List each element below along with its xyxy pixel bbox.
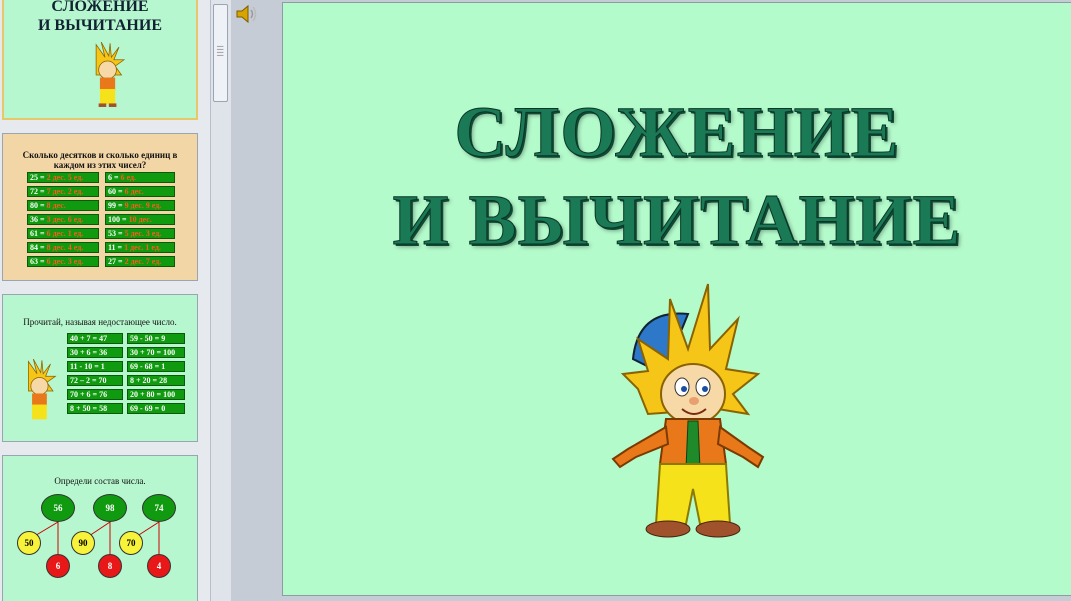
equation-right: 69 - 69 = 0: [127, 403, 185, 414]
row-number: 99 =: [108, 201, 123, 210]
row-answer: 6 дес. 1 ед.: [46, 229, 84, 238]
equation-right: 8 + 20 = 28: [127, 375, 185, 386]
tens-units-right-row: 6 = 6 ед.: [105, 172, 175, 183]
row-number: 27 =: [108, 257, 123, 266]
thumb1-title-line1: СЛОЖЕНИЕ: [51, 0, 149, 15]
tens-units-right-row: 99 = 9 дес. 9 ед.: [105, 200, 175, 211]
composition-tens-2: 90: [71, 531, 95, 555]
cartoon-boy-illustration[interactable]: [608, 279, 768, 541]
slide-title-line2[interactable]: И ВЫЧИТАНИЕ: [283, 179, 1071, 262]
composition-units-2: 8: [98, 554, 122, 578]
row-number: 61 =: [30, 229, 45, 238]
row-number: 84 =: [30, 243, 45, 252]
speaker-icon[interactable]: [234, 2, 258, 31]
thumb1-title-line2: И ВЫЧИТАНИЕ: [37, 17, 162, 34]
row-number: 60 =: [108, 187, 123, 196]
row-answer: 7 дес. 2 ед.: [46, 187, 84, 196]
tens-units-left-row: 25 = 2 дес. 5 ед.: [27, 172, 99, 183]
row-answer: 10 дес.: [128, 215, 152, 224]
slide-thumbnail-1[interactable]: СЛОЖЕНИЕ И ВЫЧИТАНИЕ: [2, 0, 198, 120]
slide-thumbnail-2[interactable]: Сколько десятков и сколько единиц в кажд…: [2, 133, 198, 281]
equation-right: 69 - 68 = 1: [127, 361, 185, 372]
row-number: 6 =: [108, 173, 119, 182]
equation-left: 70 + 6 = 76: [67, 389, 123, 400]
equation-right: 20 + 80 = 100: [127, 389, 185, 400]
equation-left: 8 + 50 = 58: [67, 403, 123, 414]
cartoon-boy-illustration: [28, 359, 57, 420]
tens-units-left-row: 61 = 6 дес. 1 ед.: [27, 228, 99, 239]
slide-thumbnail-4[interactable]: Определи состав числа. 56 98 74 50 90 70…: [2, 455, 198, 601]
tens-units-left-row: 80 = 8 дес.: [27, 200, 99, 211]
row-answer: 2 дес. 7 ед.: [124, 257, 162, 266]
tens-units-left-row: 36 = 3 дес. 6 ед.: [27, 214, 99, 225]
number-composition-lines: [27, 521, 160, 560]
thumbnail-scrollbar[interactable]: ─ ─ ─ ─: [210, 0, 231, 601]
composition-number-3: 74: [142, 494, 176, 522]
row-number: 100 =: [108, 215, 127, 224]
equation-left: 40 + 7 = 47: [67, 333, 123, 344]
row-answer: 9 дес. 9 ед.: [124, 201, 162, 210]
slides-thumbnail-pane[interactable]: СЛОЖЕНИЕ И ВЫЧИТАНИЕ Сколько десятков и …: [0, 0, 210, 601]
composition-tens-3: 70: [119, 531, 143, 555]
tens-units-right-row: 27 = 2 дес. 7 ед.: [105, 256, 175, 267]
equation-left: 30 + 6 = 36: [67, 347, 123, 358]
composition-units-3: 4: [147, 554, 171, 578]
row-answer: 5 дес. 3 ед.: [124, 229, 162, 238]
row-answer: 6 дес.: [124, 187, 144, 196]
tens-units-right-row: 60 = 6 дес.: [105, 186, 175, 197]
equation-right: 59 - 50 = 9: [127, 333, 185, 344]
scrollbar-thumb[interactable]: ─ ─ ─ ─: [213, 4, 228, 102]
row-number: 63 =: [30, 257, 45, 266]
composition-number-2: 98: [93, 494, 127, 522]
tens-units-right-row: 11 = 1 дес. 1 ед.: [105, 242, 175, 253]
scroll-grip-icon: ─ ─ ─ ─: [217, 41, 224, 60]
row-number: 36 =: [30, 215, 45, 224]
tens-units-left-row: 72 = 7 дес. 2 ед.: [27, 186, 99, 197]
row-answer: 8 дес. 4 ед.: [46, 243, 84, 252]
equation-left: 72 – 2 = 70: [67, 375, 123, 386]
row-answer: 1 дес. 1 ед.: [124, 243, 161, 252]
equation-left: 11 - 10 = 1: [67, 361, 123, 372]
tens-units-left-row: 63 = 6 дес. 3 ед.: [27, 256, 99, 267]
row-number: 11 =: [108, 243, 123, 252]
row-number: 80 =: [30, 201, 45, 210]
row-number: 72 =: [30, 187, 45, 196]
thumb2-heading: Сколько десятков и сколько единиц в кажд…: [22, 150, 178, 170]
composition-number-1: 56: [41, 494, 75, 522]
row-answer: 3 дес. 6 ед.: [46, 215, 84, 224]
tens-units-right-row: 100 = 10 дес.: [105, 214, 175, 225]
row-answer: 2 дес. 5 ед.: [46, 173, 84, 182]
row-number: 25 =: [30, 173, 45, 182]
equation-right: 30 + 70 = 100: [127, 347, 185, 358]
cartoon-boy-illustration: [95, 42, 126, 107]
composition-units-1: 6: [46, 554, 70, 578]
row-answer: 6 ед.: [120, 173, 137, 182]
slide-title-line1[interactable]: СЛОЖЕНИЕ: [283, 91, 1071, 174]
row-number: 53 =: [108, 229, 123, 238]
composition-tens-1: 50: [17, 531, 41, 555]
thumb3-heading: Прочитай, называя недостающее число.: [23, 317, 177, 327]
tens-units-left-row: 84 = 8 дес. 4 ед.: [27, 242, 99, 253]
row-answer: 8 дес.: [46, 201, 66, 210]
current-slide-canvas[interactable]: СЛОЖЕНИЕ И ВЫЧИТАНИЕ: [282, 2, 1071, 596]
row-answer: 6 дес. 3 ед.: [46, 257, 84, 266]
slide-thumbnail-3[interactable]: Прочитай, называя недостающее число. 40 …: [2, 294, 198, 442]
tens-units-right-row: 53 = 5 дес. 3 ед.: [105, 228, 175, 239]
